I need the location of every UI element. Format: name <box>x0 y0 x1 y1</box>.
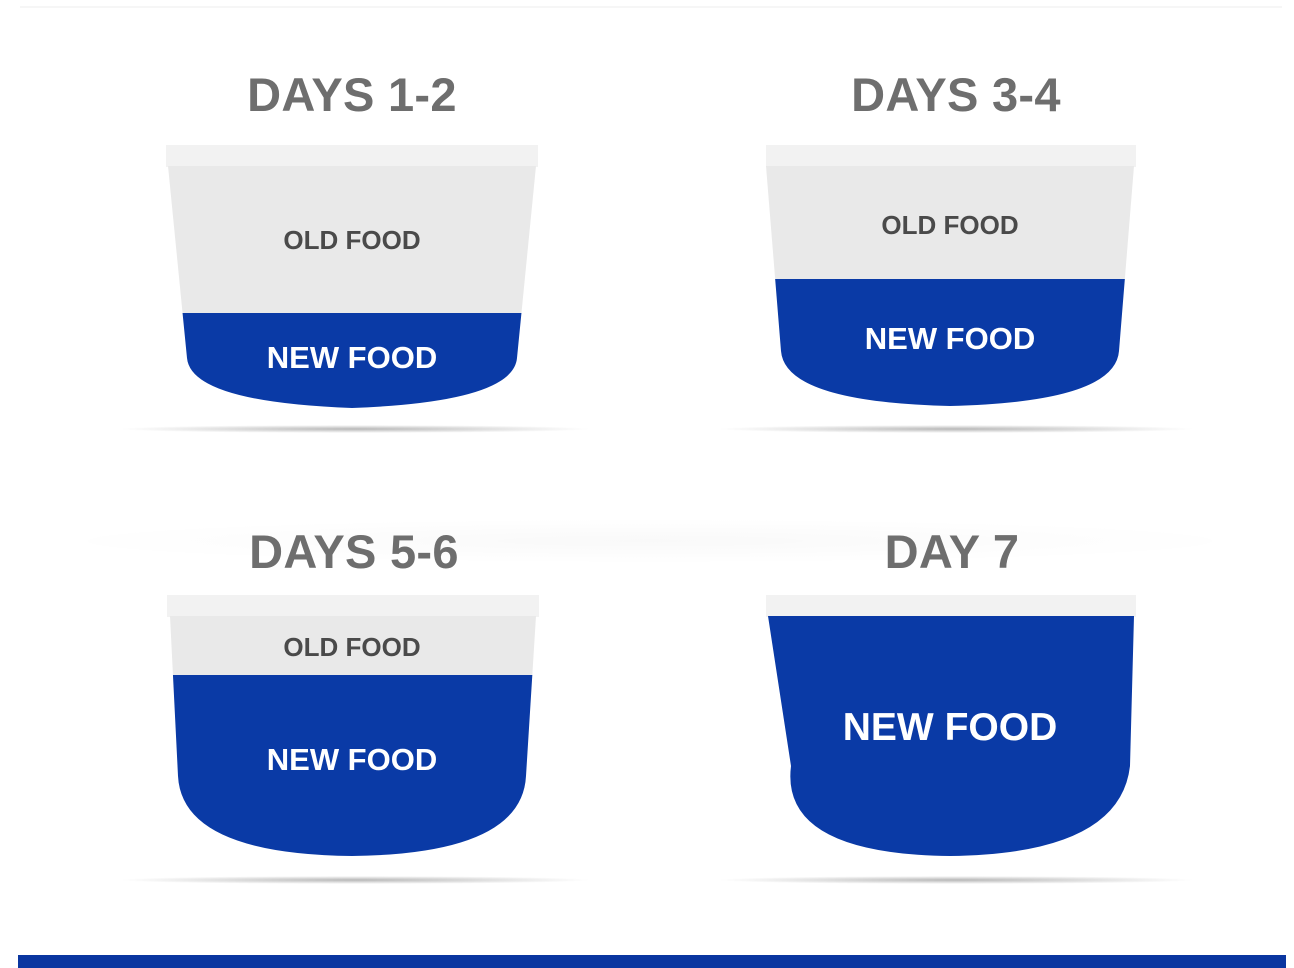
panel-2-new-label: NEW FOOD <box>865 321 1036 356</box>
bottom-bar <box>18 955 1286 968</box>
panel-3-old-label: OLD FOOD <box>283 632 420 662</box>
panel-2-shadow <box>718 425 1194 433</box>
panel-4-bowl: NEW FOOD <box>718 595 1194 884</box>
panel-4-title: DAY 7 <box>884 525 1020 578</box>
top-divider <box>20 6 1282 8</box>
panel-2-bowl: OLD FOOD NEW FOOD <box>718 145 1194 433</box>
panel-3-title: DAYS 5-6 <box>249 525 459 578</box>
panel-4-shadow <box>718 876 1194 884</box>
panel-4-rim <box>766 595 1136 617</box>
panel-3-shadow <box>120 876 590 884</box>
panel-3-new-label: NEW FOOD <box>267 742 438 777</box>
panel-2-old-label: OLD FOOD <box>881 210 1018 240</box>
panel-3-rim <box>167 595 539 617</box>
panel-1-title: DAYS 1-2 <box>247 68 457 121</box>
panel-3-bowl: OLD FOOD NEW FOOD <box>120 595 590 884</box>
panel-4-new-label: NEW FOOD <box>843 706 1057 749</box>
panel-1-new-label: NEW FOOD <box>267 340 438 375</box>
panel-1-shadow <box>120 425 590 433</box>
panel-2-title: DAYS 3-4 <box>851 68 1061 121</box>
panel-1-rim <box>166 145 538 167</box>
panel-2-rim <box>766 145 1136 167</box>
panel-1-bowl: OLD FOOD NEW FOOD <box>120 145 590 433</box>
panel-1-old-label: OLD FOOD <box>283 225 420 255</box>
